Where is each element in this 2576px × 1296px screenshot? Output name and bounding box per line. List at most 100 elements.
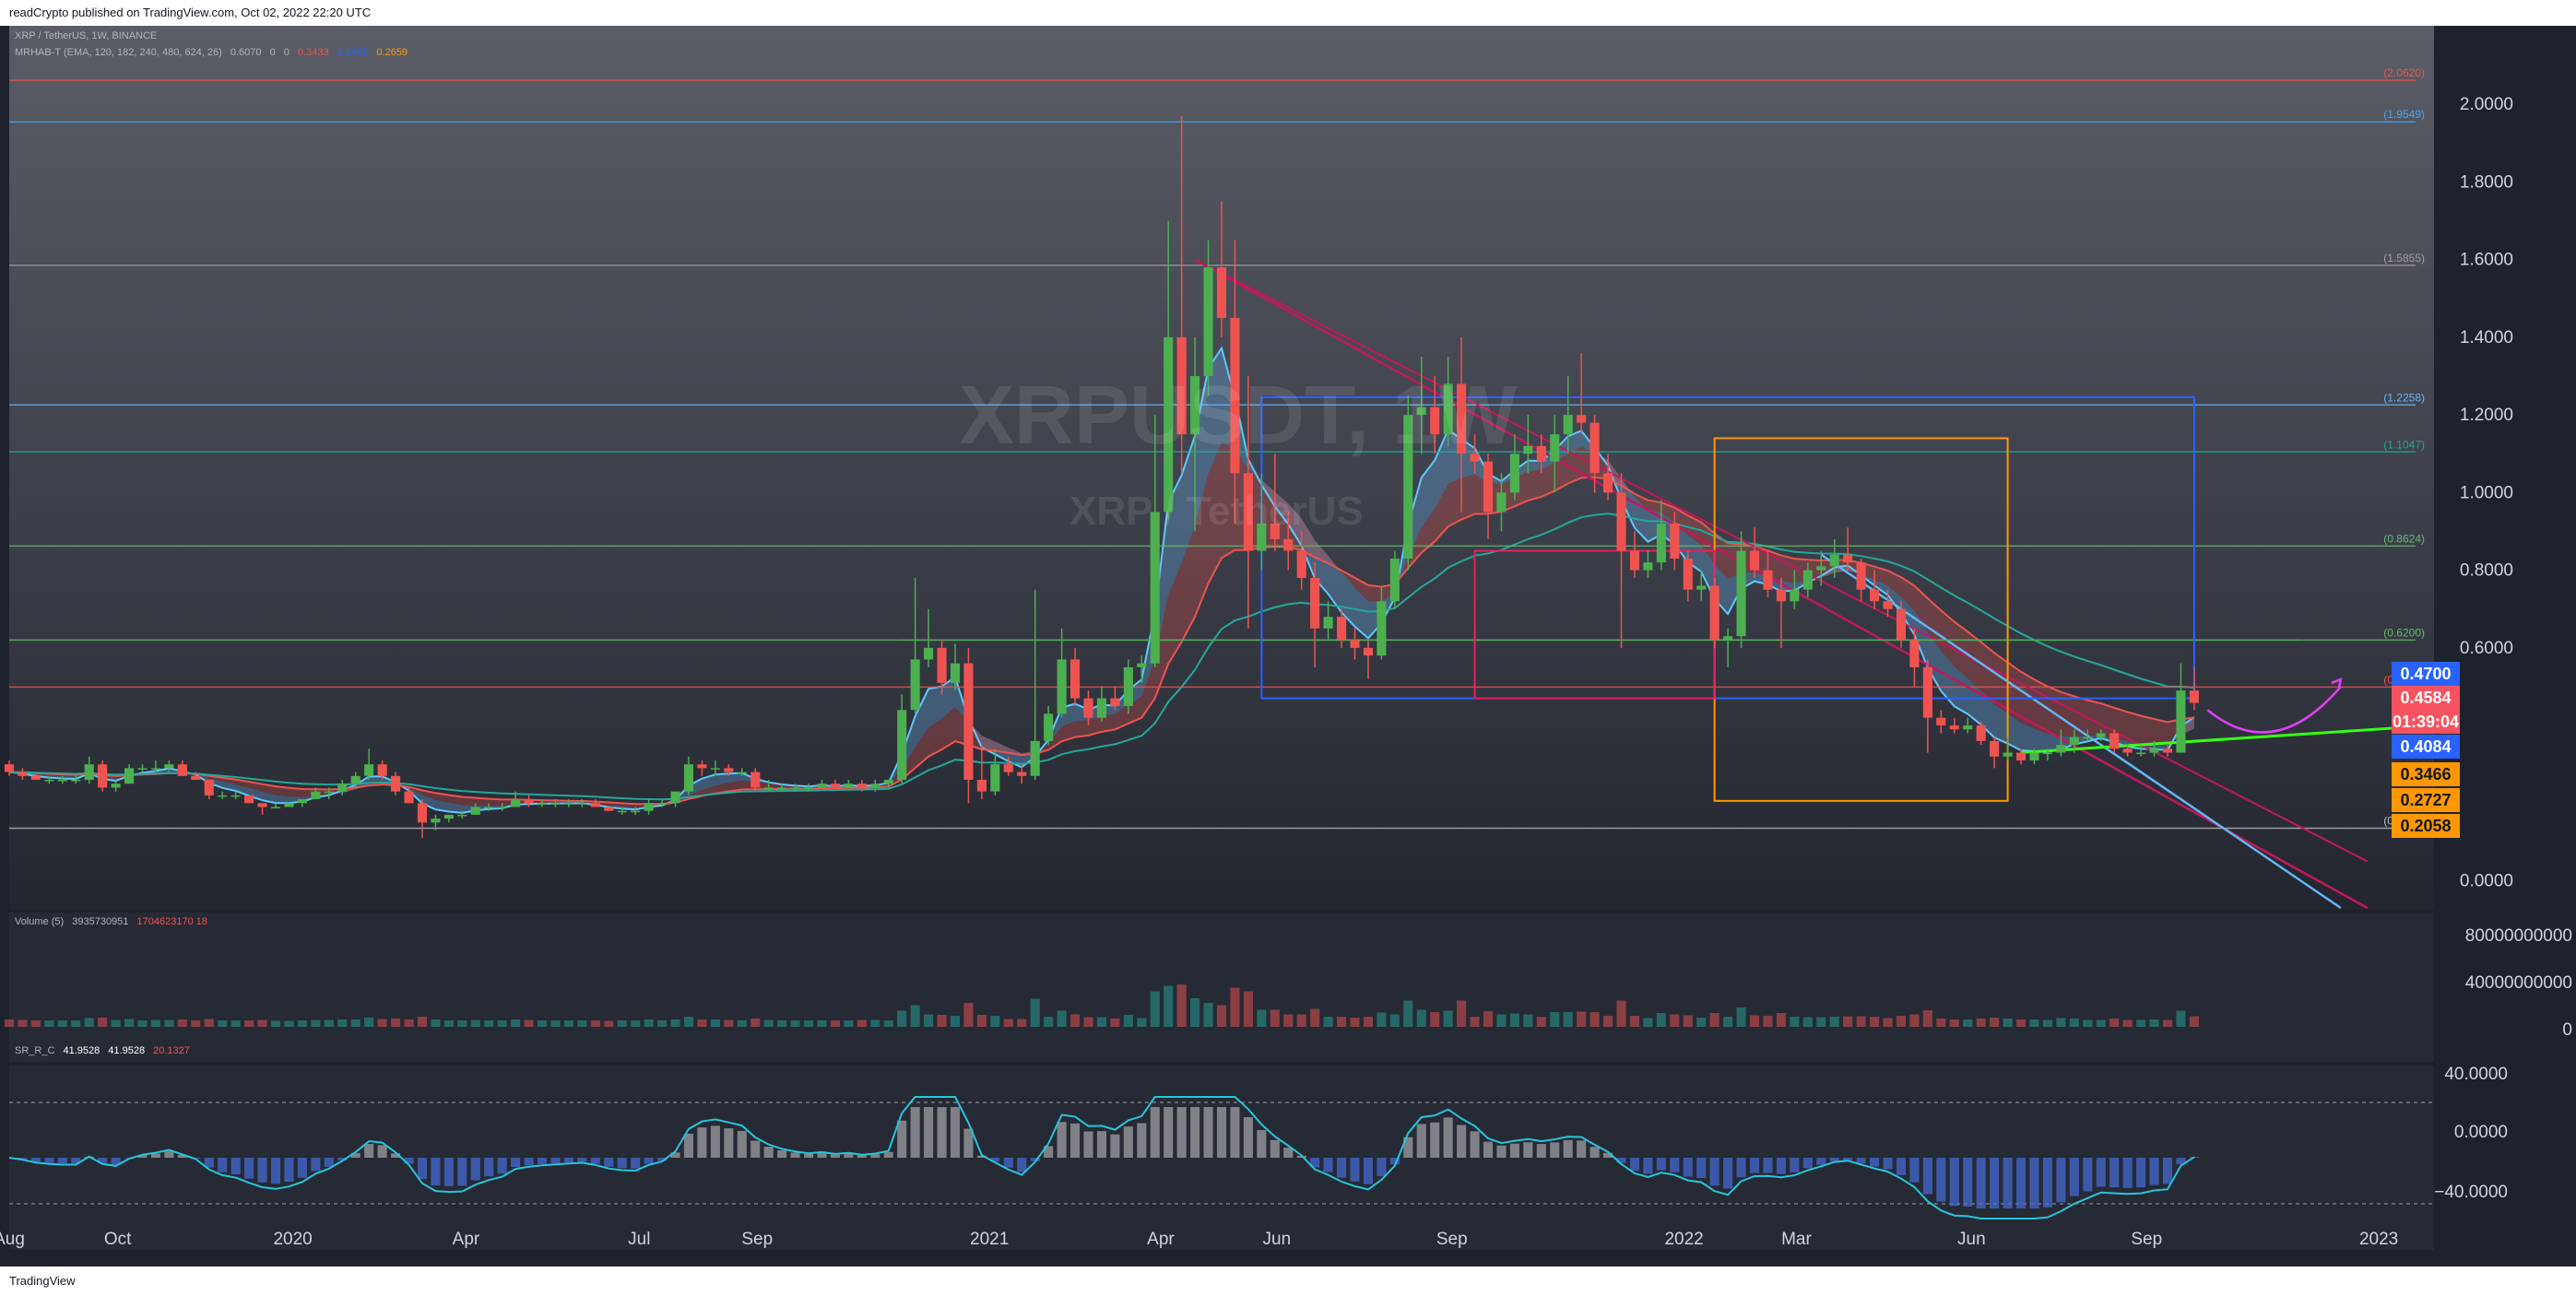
volume-bar	[1802, 1017, 1813, 1027]
volume-bar	[84, 1018, 94, 1027]
footer-bar: TradingView	[0, 1267, 2576, 1296]
time-axis-tick: Aug	[0, 1230, 25, 1249]
candle-body	[1909, 640, 1920, 667]
volume-bar	[737, 1020, 747, 1027]
volume-bar	[1336, 1017, 1347, 1027]
time-axis-tick: Mar	[1781, 1230, 1812, 1249]
volume-bar	[537, 1020, 548, 1027]
volume-legend[interactable]: Volume (5) 3935730951 1704623170 18	[15, 916, 207, 927]
osc-histogram-bar	[1829, 1158, 1839, 1161]
candle-body	[1203, 267, 1213, 377]
time-axis-tick: Sep	[1436, 1230, 1468, 1249]
candle-body	[924, 647, 934, 660]
candle-body	[1589, 422, 1600, 474]
osc-histogram-bar	[1336, 1158, 1347, 1178]
volume-value: 3935730951	[72, 916, 129, 927]
time-axis-tick: Jun	[1957, 1230, 1986, 1249]
osc-histogram-bar	[1990, 1158, 2000, 1208]
candle-body	[191, 775, 201, 781]
volume-bar	[2149, 1019, 2159, 1027]
candle-body	[1736, 550, 1746, 637]
candle-body	[950, 663, 961, 683]
indicator-value: 0	[283, 47, 290, 58]
volume-bar	[1310, 1008, 1320, 1027]
volume-bar	[1030, 998, 1040, 1027]
candle-body	[1843, 554, 1853, 563]
osc-histogram-bar	[1110, 1134, 1120, 1158]
candle-body	[1017, 772, 1027, 776]
volume-bar	[1922, 1010, 1932, 1027]
candle-body	[2042, 752, 2052, 755]
osc-histogram-bar	[617, 1158, 627, 1169]
osc-histogram-bar	[2056, 1158, 2066, 1203]
candle-body	[1350, 640, 1360, 648]
symbol-legend[interactable]: XRP / TetherUS, 1W, BINANCE	[15, 30, 157, 41]
candle-body	[1856, 562, 1866, 590]
candle-body	[1496, 492, 1507, 513]
osc-histogram-bar	[1802, 1158, 1813, 1169]
indicator-value: 0.3433	[297, 47, 329, 58]
volume-bar	[124, 1019, 135, 1027]
osc-histogram-bar	[1909, 1158, 1920, 1183]
volume-bar	[111, 1019, 121, 1027]
volume-bar	[2189, 1016, 2199, 1027]
fib-level-label: (1.1047)	[2383, 438, 2425, 451]
volume-bar	[1296, 1014, 1306, 1027]
chart-area[interactable]: (2.0620) (1.9549) (1.5855) (1.2258) (1.1047)…	[0, 26, 2576, 1267]
candle-body	[897, 710, 907, 781]
volume-bar	[1577, 1011, 1587, 1027]
osc-histogram-bar	[763, 1147, 774, 1158]
osc-histogram-bar	[1563, 1139, 1573, 1158]
volume-bar	[2069, 1019, 2079, 1027]
candle-body	[404, 791, 414, 804]
candle-body	[844, 783, 854, 788]
fib-level-label: (2.0620)	[2383, 66, 2425, 79]
osc-histogram-bar	[1096, 1131, 1107, 1158]
candle-body	[1323, 617, 1333, 629]
time-axis-tick: Oct	[104, 1230, 132, 1249]
osc-histogram-bar	[1457, 1125, 1467, 1158]
volume-bar	[1083, 1017, 1093, 1027]
candle-body	[2189, 690, 2199, 703]
osc-histogram-bar	[1416, 1124, 1426, 1158]
osc-axis-tick: 0.0000	[2454, 1123, 2508, 1142]
volume-bar	[2029, 1019, 2039, 1027]
volume-bar	[1856, 1016, 1866, 1027]
price-axis-label: 0.4700	[2392, 662, 2460, 686]
volume-bar	[2176, 1010, 2186, 1027]
volume-bar	[777, 1020, 787, 1027]
price-axis-tick: 1.4000	[2460, 328, 2513, 348]
candle-body	[1696, 585, 1707, 590]
candle-body	[990, 764, 1000, 792]
osc-histogram-bar	[1496, 1145, 1507, 1158]
volume-bar	[803, 1020, 814, 1027]
osc-histogram-bar	[484, 1158, 494, 1177]
candle-body	[2162, 748, 2173, 753]
candle-body	[790, 787, 800, 789]
volume-bar	[191, 1020, 201, 1027]
volume-pane[interactable]	[9, 913, 2434, 1062]
volume-bar	[670, 1019, 680, 1027]
osc-histogram-bar	[1550, 1142, 1560, 1158]
volume-bar	[1763, 1016, 1773, 1027]
candle-body	[1216, 267, 1227, 318]
volume-bar	[443, 1020, 454, 1027]
osc-histogram-bar	[897, 1120, 907, 1158]
candle-body	[750, 772, 761, 788]
osc-histogram-bar	[1763, 1158, 1773, 1173]
osc-histogram-bar	[1856, 1158, 1866, 1164]
osc-histogram-bar	[750, 1140, 761, 1158]
volume-bar	[1709, 1013, 1719, 1027]
volume-bar	[484, 1020, 494, 1027]
candle-body	[2096, 733, 2106, 737]
volume-bar	[1589, 1012, 1600, 1027]
candle-body	[1283, 538, 1294, 551]
volume-bar	[1137, 1018, 1147, 1027]
candle-body	[631, 810, 641, 813]
symbol-legend-text: XRP / TetherUS, 1W, BINANCE	[15, 30, 158, 41]
indicator-legend[interactable]: MRHAB-T (EMA, 120, 182, 240, 480, 624, 2…	[15, 47, 408, 58]
candle-body	[1763, 570, 1773, 590]
oscillator-legend[interactable]: SR_R_C 41.9528 41.9528 20.1327	[15, 1045, 190, 1056]
time-axis-tick: Apr	[1147, 1230, 1175, 1249]
osc-histogram-bar	[644, 1158, 654, 1164]
